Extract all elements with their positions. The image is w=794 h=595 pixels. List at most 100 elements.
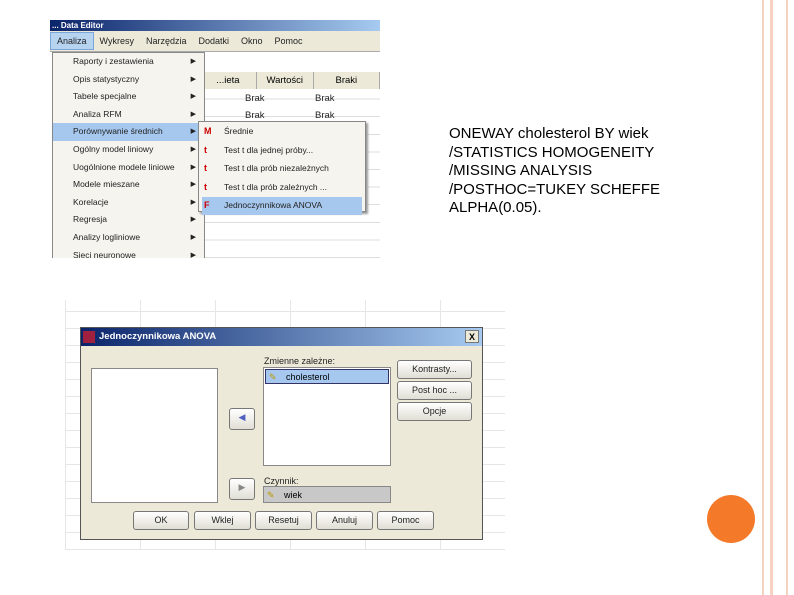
dependent-list[interactable]: ✎ cholesterol (263, 367, 391, 466)
menu-item-label: Analiza RFM (73, 108, 122, 119)
submenu-item-label: Test t dla prób niezależnych (224, 163, 329, 174)
cancel-button[interactable]: Anuluj (316, 511, 373, 530)
paste-button[interactable]: Wklej (194, 511, 251, 530)
reset-button[interactable]: Resetuj (255, 511, 312, 530)
move-arrow-button[interactable]: ◀ (229, 408, 255, 430)
factor-label: Czynnik: (264, 476, 299, 486)
menu-item-label: Sieci neuronowe (73, 249, 136, 258)
submenu-arrow-icon: ▶ (190, 93, 196, 101)
submenu-item[interactable]: t Test t dla prób zależnych ... (202, 179, 362, 197)
decor-stripe (762, 0, 764, 595)
submenu-item[interactable]: F Jednoczynnikowa ANOVA (202, 197, 362, 215)
procedure-icon: t (204, 163, 207, 174)
submenu-arrow-icon: ▶ (190, 110, 196, 118)
submenu-arrow-icon: ▶ (190, 58, 196, 65)
post-hoc-button[interactable]: Post hoc ... (397, 381, 472, 400)
help-button[interactable]: Pomoc (377, 511, 434, 530)
menu-item[interactable]: Tabele specjalne ▶ (53, 88, 204, 106)
data-editor-screenshot: ... Data Editor Analiza Wykresy Narzędzi… (50, 20, 380, 258)
submenu-arrow-icon: ▶ (190, 75, 196, 83)
syntax-line: ONEWAY cholesterol BY wiek (449, 125, 649, 142)
list-item: ✎ wiek (264, 488, 302, 503)
column-header[interactable]: ...ieta (200, 72, 257, 89)
contrasts-button[interactable]: Kontrasty... (397, 360, 472, 379)
menu-item-label: Analizy logliniowe (73, 231, 141, 242)
submenu-item-label: Test t dla prób zależnych ... (224, 181, 327, 192)
menu-wykresy[interactable]: Wykresy (94, 36, 140, 46)
procedure-icon: t (204, 181, 207, 192)
submenu-arrow-icon: ▶ (190, 163, 196, 171)
submenu-arrow-icon: ▶ (190, 233, 196, 241)
item-label: cholesterol (286, 372, 330, 382)
move-arrow-button[interactable]: ▶ (229, 478, 255, 500)
scale-icon: ✎ (267, 490, 275, 500)
menu-narzedzia[interactable]: Narzędzia (140, 36, 193, 46)
submenu-arrow-icon: ▶ (190, 128, 196, 136)
grid-cell[interactable]: Brak (315, 110, 335, 121)
grid-cell[interactable]: Brak (245, 110, 265, 121)
menu-item-label: Porównywanie średnich (73, 126, 163, 137)
menu-item[interactable]: Porównywanie średnich ▶ (53, 123, 204, 141)
submenu-arrow-icon: ▶ (190, 198, 196, 206)
grid-cell[interactable]: Brak (315, 93, 335, 104)
syntax-line: /POSTHOC=TUKEY SCHEFFE (449, 180, 661, 198)
procedure-icon: M (204, 126, 212, 136)
submenu-item-label: Średnie (224, 126, 254, 136)
submenu-item-label: Jednoczynnikowa ANOVA (224, 200, 323, 211)
menu-item[interactable]: Korelacje ▶ (53, 194, 204, 212)
factor-field[interactable]: ✎ wiek (263, 486, 391, 503)
menu-item[interactable]: Opis statystyczny ▶ (53, 71, 204, 89)
menu-item-label: Modele mieszane (73, 179, 140, 190)
menu-item[interactable]: Analizy logliniowe ▶ (53, 229, 204, 247)
menubar: Analiza Wykresy Narzędzia Dodatki Okno P… (50, 31, 380, 52)
menu-item[interactable]: Modele mieszane ▶ (53, 176, 204, 194)
list-item[interactable]: ✎ cholesterol (265, 369, 389, 384)
procedure-icon: t (204, 144, 207, 155)
source-variable-list[interactable] (91, 368, 218, 503)
column-header[interactable]: Wartości (257, 72, 314, 89)
submenu-arrow-icon: ▶ (190, 251, 196, 258)
item-label: wiek (284, 490, 303, 500)
submenu-arrow-icon: ▶ (190, 216, 196, 224)
menu-item[interactable]: Uogólnione modele liniowe ▶ (53, 159, 204, 177)
column-header[interactable]: Braki (314, 72, 380, 89)
submenu-arrow-icon: ▶ (190, 181, 196, 189)
menu-item-label: Tabele specjalne (73, 91, 137, 102)
app-icon (83, 331, 95, 343)
menu-item[interactable]: Sieci neuronowe ▶ (53, 247, 204, 258)
syntax-line: /MISSING ANALYSIS (449, 162, 593, 179)
menu-item-label: Ogólny model liniowy (73, 143, 154, 154)
menu-item-label: Korelacje (73, 196, 109, 207)
decor-stripe (770, 0, 773, 595)
submenu-item[interactable]: t Test t dla jednej próby... (202, 142, 362, 160)
menu-item-label: Regresja (73, 214, 108, 225)
analiza-menu: Raporty i zestawienia ▶ Opis statystyczny ▶… (52, 52, 205, 258)
ok-button[interactable]: OK (133, 511, 189, 530)
submenu-item[interactable]: t Test t dla prób niezależnych (202, 160, 362, 178)
syntax-line: /STATISTICS HOMOGENEITY (449, 143, 655, 161)
menu-dodatki[interactable]: Dodatki (192, 36, 235, 46)
menu-item[interactable]: Ogólny model liniowy ▶ (53, 141, 204, 159)
menu-analiza[interactable]: Analiza (50, 32, 94, 50)
menu-item[interactable]: Analiza RFM ▶ (53, 106, 204, 124)
options-button[interactable]: Opcje (397, 402, 472, 421)
close-button[interactable]: X (465, 330, 479, 343)
dependent-label: Zmienne zależne: (264, 356, 336, 366)
menu-item[interactable]: Raporty i zestawienia ▶ (53, 53, 204, 71)
submenu-item[interactable]: M Średnie (202, 123, 362, 141)
dialog-title: Jednoczynnikowa ANOVA (99, 331, 217, 342)
scale-icon: ✎ (269, 372, 277, 382)
decor-circle (707, 495, 755, 543)
syntax-text: ONEWAY cholesterol BY wiek /STATISTICS H… (449, 125, 660, 218)
menu-item-label: Uogólnione modele liniowe (73, 161, 175, 172)
menu-item-label: Raporty i zestawienia (73, 56, 154, 66)
menu-item[interactable]: Regresja ▶ (53, 211, 204, 229)
procedure-icon: F (204, 200, 210, 211)
menu-item-label: Opis statystyczny (73, 73, 140, 84)
decor-stripe (786, 0, 788, 595)
menu-pomoc[interactable]: Pomoc (269, 36, 309, 46)
window-title: ... Data Editor (50, 20, 380, 31)
grid-cell[interactable]: Brak (245, 93, 265, 104)
menu-okno[interactable]: Okno (235, 36, 269, 46)
submenu-item-label: Test t dla jednej próby... (224, 144, 314, 155)
